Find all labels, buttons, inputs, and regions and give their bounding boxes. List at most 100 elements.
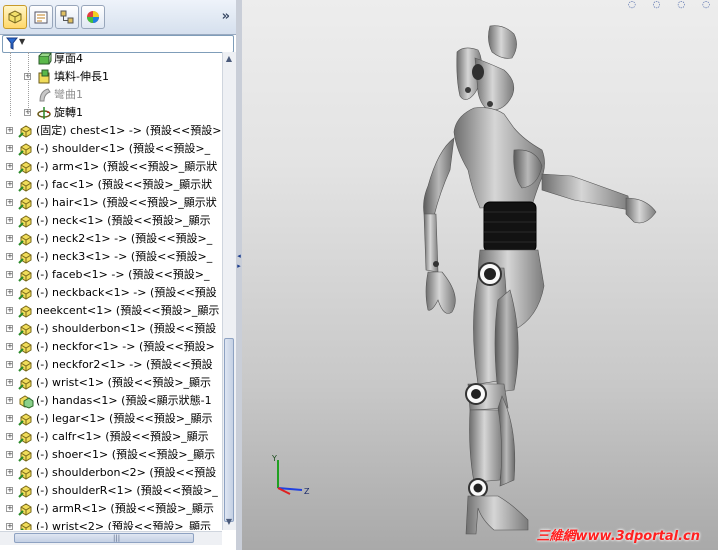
robot-head [456,25,517,111]
horizontal-scroll-thumb[interactable]: ||| [14,533,194,543]
tree-item[interactable]: 厚面4 [0,52,222,68]
part-icon [18,233,32,246]
tree-item-label: (-) neck3<1> -> (預設<<預設>_ [36,250,213,263]
thicken-feature-icon [38,52,52,65]
tab-configuration-manager[interactable] [55,5,79,29]
filter-icon [6,37,18,50]
part-icon [18,251,32,264]
part-icon [18,161,32,174]
expand-node-icon[interactable]: + [6,145,13,152]
expand-node-icon[interactable]: + [6,487,13,494]
vertical-scroll-thumb[interactable] [224,338,234,522]
tree-item[interactable]: + (-) handas<1> (預設<顯示狀態-1 [0,392,222,410]
appearance-icon [87,11,99,23]
tree-item-label: 彎曲1 [54,88,83,101]
filter-dropdown-icon[interactable]: ▼ [19,37,25,46]
part-icon [20,521,32,530]
tree-item[interactable]: + (-) shoulderR<1> (預設<<預設>_ [0,482,222,500]
expand-node-icon[interactable]: + [6,325,13,332]
scroll-grip-icon: ||| [113,534,121,542]
expand-node-icon[interactable]: + [6,397,13,404]
boss-extrude-icon [38,69,50,84]
tree-item-label: (-) shoer<1> (預設<<預設>_顯示 [36,448,216,461]
expand-node-icon[interactable]: + [6,253,13,260]
tree-item-label: 旋轉1 [54,106,83,119]
expand-node-icon[interactable]: + [6,127,13,134]
tree-item[interactable]: + 旋轉1 [0,104,222,122]
expand-node-icon[interactable]: + [6,307,13,314]
tree-item-label: (-) shoulderR<1> (預設<<預設>_ [36,484,218,497]
expand-node-icon[interactable]: + [6,433,13,440]
expand-node-icon[interactable]: + [6,361,13,368]
tree-item-label: (-) shoulder<1> (預設<<預設>_ [36,142,211,155]
more-tabs-chevron-icon[interactable]: » [222,9,230,24]
expand-node-icon[interactable]: + [6,289,13,296]
tree-item[interactable]: + (-) armR<1> (預設<<預設>_顯示 [0,500,222,518]
tree-item[interactable]: + (-) hair<1> (預設<<預設>_顯示狀 [0,194,222,212]
expand-node-icon[interactable]: + [6,415,13,422]
expand-node-icon[interactable]: + [6,163,13,170]
tree-item[interactable]: + (-) shoer<1> (預設<<預設>_顯示 [0,446,222,464]
tree-item[interactable]: + (-) wrist<1> (預設<<預設>_顯示 [0,374,222,392]
tab-appearance-manager[interactable] [81,5,105,29]
expand-node-icon[interactable]: + [6,451,13,458]
tree-item[interactable]: + (-) fac<1> (預設<<預設>_顯示狀 [0,176,222,194]
manager-tab-bar: » [0,0,236,35]
part-icon [18,449,32,462]
tree-item[interactable]: + (-) legar<1> (預設<<預設>_顯示 [0,410,222,428]
tree-item[interactable]: + (-) neckback<1> -> (預設<<預設 [0,284,222,302]
tree-item-label: (-) wrist<2> (預設<<預設>_顯示 [36,520,212,530]
expand-node-icon[interactable]: + [6,343,13,350]
expand-node-icon[interactable]: + [6,181,13,188]
part-icon [18,323,32,336]
tree-item-label: 填料-伸長1 [54,70,109,83]
scroll-up-icon[interactable]: ▲ [224,53,234,65]
expand-node-icon[interactable]: + [6,523,13,530]
expand-node-icon[interactable]: + [6,271,13,278]
triad-y-label: Y [271,454,277,463]
tree-item[interactable]: + (-) wrist<2> (預設<<預設>_顯示 [0,518,222,530]
expand-node-icon[interactable]: + [6,199,13,206]
part-icon [18,125,32,138]
tree-item[interactable]: + (-) neck<1> (預設<<預設>_顯示 [0,212,222,230]
tree-vertical-scrollbar[interactable]: ▲ ▼ [222,52,236,530]
tree-item-label: (-) armR<1> (預設<<預設>_顯示 [36,502,214,515]
tree-horizontal-scrollbar[interactable]: ||| [0,531,222,545]
tree-guide-line [28,52,29,116]
tree-item[interactable]: + (-) arm<1> (預設<<預設>_顯示狀 [0,158,222,176]
tree-item[interactable]: + (-) shoulderbon<2> (預設<<預設 [0,464,222,482]
tree-item[interactable]: + (-) shoulder<1> (預設<<預設>_ [0,140,222,158]
triad-z-label: Z [304,487,310,496]
tree-item-label: neekcent<1> (預設<<預設>_顯示 [36,304,220,317]
tree-item[interactable]: + (-) neck2<1> -> (預設<<預設>_ [0,230,222,248]
tab-property-manager[interactable] [29,5,53,29]
tree-item[interactable]: + (-) calfr<1> (預設<<預設>_顯示 [0,428,222,446]
expand-node-icon[interactable]: + [6,235,13,242]
part-icon [18,341,32,354]
tree-item[interactable]: + (-) faceb<1> -> (預設<<預設>_ [0,266,222,284]
expand-node-icon[interactable]: + [6,505,13,512]
graphics-area[interactable]: ◌ ◌ ◌ ◌ Y Z 三維網www.3dportal.cn [242,0,718,550]
tab-feature-manager[interactable] [3,5,27,29]
tree-item[interactable]: + (-) neckfor2<1> -> (預設<<預設 [0,356,222,374]
tree-item[interactable]: + (固定) chest<1> -> (預設<<預設> [0,122,222,140]
tree-item[interactable]: + (-) neck3<1> -> (預設<<預設>_ [0,248,222,266]
scroll-down-icon[interactable]: ▼ [224,516,234,528]
part-icon [18,359,32,372]
tree-item[interactable]: + (-) neckfor<1> -> (預設<<預設> [0,338,222,356]
tree-item-label: (-) shoulderbon<1> (預設<<預設 [36,322,217,335]
tree-item[interactable]: + (-) shoulderbon<1> (預設<<預設 [0,320,222,338]
tree-item[interactable]: + 填料-伸長1 [0,68,222,86]
tree-item[interactable]: 彎曲1 [0,86,222,104]
tree-item[interactable]: + neekcent<1> (預設<<預設>_顯示 [0,302,222,320]
part-icon [18,287,32,300]
part-icon [18,413,32,426]
tree-item-label: (-) handas<1> (預設<顯示狀態-1 [36,394,212,407]
expand-node-icon[interactable]: + [6,379,13,386]
expand-node-icon[interactable]: + [6,469,13,476]
tree-item-label: (-) neckfor<1> -> (預設<<預設> [36,340,215,353]
tree-item-label: (-) legar<1> (預設<<預設>_顯示 [36,412,213,425]
tree-filter-bar[interactable]: ▼ [2,35,234,53]
expand-node-icon[interactable]: + [6,217,13,224]
property-icon [34,11,48,24]
